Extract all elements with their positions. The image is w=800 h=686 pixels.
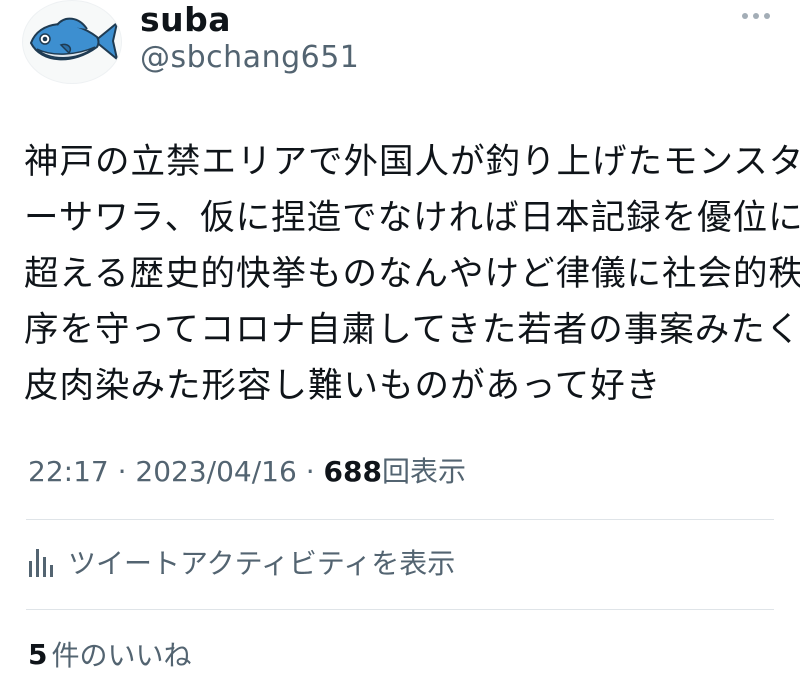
meta-separator: ·: [305, 455, 324, 488]
tweet-text-line: 超える歴史的快挙ものなんやけど律儀に社会的秩: [24, 254, 800, 294]
view-count: 688: [323, 455, 382, 488]
tweet-text-line: 神戸の立禁エリアで外国人が釣り上げたモンスタ: [24, 142, 800, 182]
likes-link[interactable]: 5 件のいいね: [28, 632, 192, 676]
fish-icon: [29, 17, 119, 62]
likes-label: 件のいいね: [51, 639, 192, 672]
more-options-icon[interactable]: [736, 4, 776, 28]
tweet-text-line: 皮肉染みた形容し難いものがあって好き: [24, 366, 662, 406]
divider: [26, 519, 774, 520]
tweet-time[interactable]: 22:17: [28, 455, 109, 488]
tweet-text-line: 序を守ってコロナ自粛してきた若者の事案みたく: [24, 310, 800, 350]
tweet-activity-link[interactable]: ツイートアクティビティを表示: [28, 540, 455, 584]
view-count-label: 回表示: [381, 455, 466, 488]
analytics-icon: [29, 549, 53, 577]
likes-count: 5: [28, 637, 48, 671]
tweet-date[interactable]: 2023/04/16: [135, 455, 296, 488]
tweet-activity-label: ツイートアクティビティを表示: [68, 547, 456, 580]
avatar[interactable]: [22, 0, 122, 84]
tweet-text-line: ーサワラ、仮に捏造でなければ日本記録を優位に: [24, 198, 800, 238]
divider: [26, 609, 774, 610]
meta-separator: ·: [117, 455, 136, 488]
tweet-text: 神戸の立禁エリアで外国人が釣り上げたモンスタ ーサワラ、仮に捏造でなければ日本記…: [24, 134, 800, 414]
tweet-meta: 22:17 · 2023/04/16 · 688回表示: [28, 452, 466, 492]
user-handle[interactable]: @sbchang651: [140, 38, 359, 78]
display-name[interactable]: suba: [140, 0, 231, 40]
